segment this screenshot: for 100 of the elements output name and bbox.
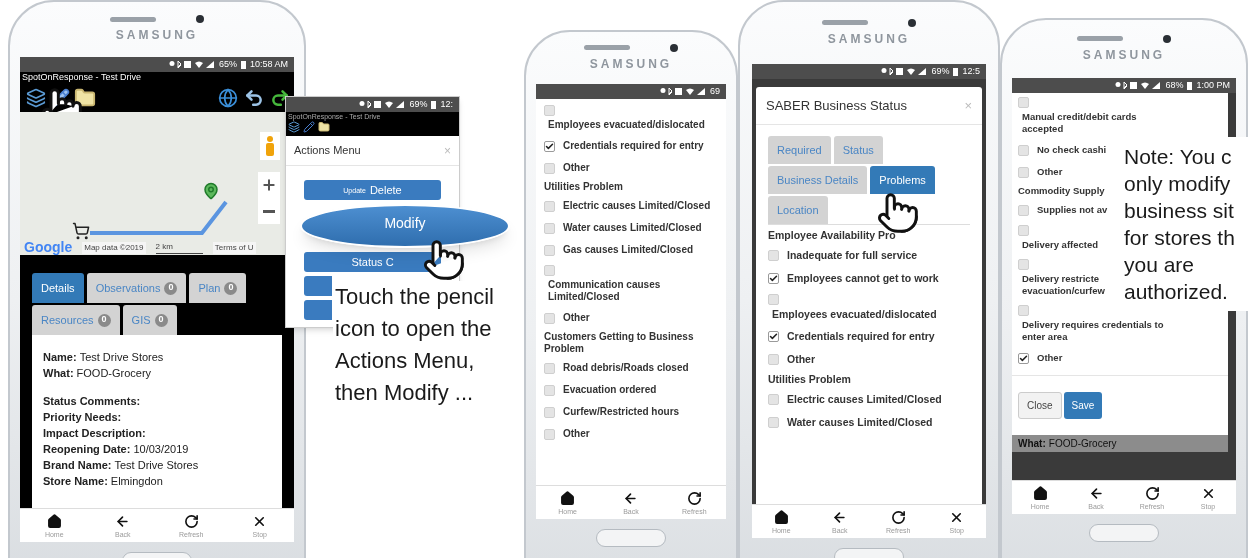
folder-icon[interactable] bbox=[74, 86, 96, 109]
checkbox-label: Credentials required for entry bbox=[787, 330, 935, 343]
back-icon bbox=[623, 490, 639, 506]
checkbox[interactable] bbox=[544, 406, 555, 418]
tab[interactable]: Plan 0 bbox=[189, 273, 247, 303]
checkbox[interactable] bbox=[768, 273, 779, 284]
checkbox-label: No check cashi bbox=[1037, 144, 1107, 156]
battery-percent-text: 65% bbox=[218, 60, 237, 69]
home-hardware-button[interactable] bbox=[596, 529, 666, 547]
layers-icon[interactable] bbox=[288, 121, 300, 133]
person-icon bbox=[265, 136, 275, 156]
checkbox-label: Communication causes Limited/Closed bbox=[547, 279, 662, 303]
folder-icon[interactable] bbox=[318, 121, 330, 133]
section-heading: Customers Getting to Business Problem bbox=[544, 330, 695, 356]
minus-icon bbox=[263, 209, 275, 213]
checkbox[interactable] bbox=[544, 428, 555, 440]
checkbox[interactable] bbox=[544, 244, 555, 256]
home-icon bbox=[560, 490, 576, 506]
section-heading: Employee Availability Pro bbox=[768, 228, 896, 243]
checkbox[interactable] bbox=[544, 222, 555, 234]
tab[interactable]: Problems bbox=[870, 166, 935, 194]
map-logo: Google bbox=[24, 240, 73, 254]
checkbox[interactable] bbox=[1018, 352, 1029, 364]
tab[interactable]: Details bbox=[32, 273, 84, 303]
tab[interactable]: Resources 0 bbox=[32, 305, 120, 335]
battery-icon bbox=[953, 67, 959, 76]
map-terms-link[interactable]: Terms of U bbox=[212, 242, 256, 254]
checkbox[interactable] bbox=[544, 312, 555, 324]
close-button[interactable]: × bbox=[964, 95, 972, 116]
brand-logo: SAMSUNG bbox=[1082, 46, 1166, 64]
redo-icon[interactable] bbox=[270, 87, 290, 108]
clock-text: 1:00 PM bbox=[1196, 81, 1230, 90]
battery-percent-text: 69% bbox=[931, 67, 950, 76]
checkbox-label: Delivery requires credentials to enter area bbox=[1021, 319, 1164, 343]
menu-button[interactable] bbox=[304, 300, 332, 320]
brand-logo: SAMSUNG bbox=[115, 27, 199, 44]
checkbox[interactable] bbox=[1018, 305, 1029, 316]
map-attribution: Map data ©2019 bbox=[82, 242, 146, 254]
field-value: 10/03/2019 bbox=[133, 442, 189, 457]
close-button[interactable]: Close bbox=[1018, 392, 1062, 419]
count-badge: 0 bbox=[224, 281, 238, 295]
checkbox[interactable] bbox=[544, 384, 555, 396]
front-camera bbox=[1163, 34, 1171, 43]
checkbox-label: Inadequate for full service bbox=[787, 249, 918, 262]
checkbox[interactable] bbox=[768, 354, 779, 365]
magnified-menu-button[interactable]: Modify bbox=[300, 204, 510, 248]
tab[interactable]: Required bbox=[768, 136, 831, 164]
checkbox-label: Other bbox=[787, 353, 815, 366]
undo-icon[interactable] bbox=[244, 87, 264, 108]
checkmark-icon bbox=[1019, 353, 1028, 363]
checkmark-icon bbox=[769, 332, 778, 341]
front-camera bbox=[908, 18, 916, 27]
count-badge: 0 bbox=[97, 313, 111, 327]
field-value: FOOD-Grocery bbox=[76, 366, 152, 381]
checkbox[interactable] bbox=[544, 140, 555, 152]
checkbox[interactable] bbox=[768, 250, 779, 261]
checkbox-label: Supplies not av bbox=[1037, 204, 1108, 216]
dialog-title: SABER Business Status bbox=[766, 96, 907, 115]
brand-logo: SAMSUNG bbox=[827, 30, 911, 48]
tab[interactable]: Status bbox=[833, 136, 883, 164]
checkbox[interactable] bbox=[1018, 144, 1029, 156]
checkbox[interactable] bbox=[768, 417, 779, 428]
checkbox[interactable] bbox=[1018, 259, 1029, 270]
home-icon bbox=[773, 509, 789, 525]
checkbox[interactable] bbox=[1018, 225, 1029, 236]
battery-percent-text: 68% bbox=[1165, 81, 1184, 90]
layers-icon[interactable] bbox=[26, 87, 46, 108]
checkbox-label: Gas causes Limited/Closed bbox=[563, 244, 694, 256]
checkbox-label: Other bbox=[1037, 166, 1063, 178]
tab[interactable]: Location bbox=[768, 196, 828, 224]
section-heading: Commodity Supply bbox=[1018, 184, 1105, 198]
globe-icon[interactable] bbox=[218, 87, 238, 108]
front-camera bbox=[670, 43, 678, 52]
checkbox[interactable] bbox=[544, 362, 555, 374]
section-heading: Utilities Problem bbox=[544, 180, 623, 194]
checkbox-label: Water causes Limited/Closed bbox=[563, 222, 702, 234]
menu-button[interactable] bbox=[304, 276, 332, 296]
checkbox[interactable] bbox=[544, 162, 555, 174]
battery-percent-text: 69% bbox=[409, 100, 428, 109]
pencil-icon[interactable] bbox=[303, 121, 315, 133]
pegman-control[interactable] bbox=[260, 132, 280, 160]
tab[interactable]: GIS 0 bbox=[122, 305, 177, 335]
checkbox[interactable] bbox=[544, 105, 555, 116]
tab[interactable]: Observations 0 bbox=[86, 273, 187, 303]
checkbox-label: Other bbox=[563, 312, 590, 324]
checkbox[interactable] bbox=[768, 294, 779, 305]
checkbox[interactable] bbox=[1018, 166, 1029, 178]
tab[interactable]: Business Details bbox=[768, 166, 868, 194]
status-icons-drawing bbox=[168, 60, 215, 69]
field-value: Elmingdon bbox=[110, 474, 163, 489]
checkbox[interactable] bbox=[1018, 97, 1029, 108]
checkbox[interactable] bbox=[1018, 204, 1029, 216]
checkbox[interactable] bbox=[544, 265, 555, 276]
menu-button[interactable]: Status C bbox=[304, 252, 441, 272]
home-hardware-button[interactable] bbox=[1089, 524, 1159, 542]
close-button[interactable]: × bbox=[444, 141, 451, 160]
checkbox[interactable] bbox=[768, 331, 779, 342]
save-button[interactable]: Save bbox=[1063, 392, 1103, 419]
checkbox[interactable] bbox=[768, 394, 779, 405]
checkbox[interactable] bbox=[544, 200, 555, 212]
